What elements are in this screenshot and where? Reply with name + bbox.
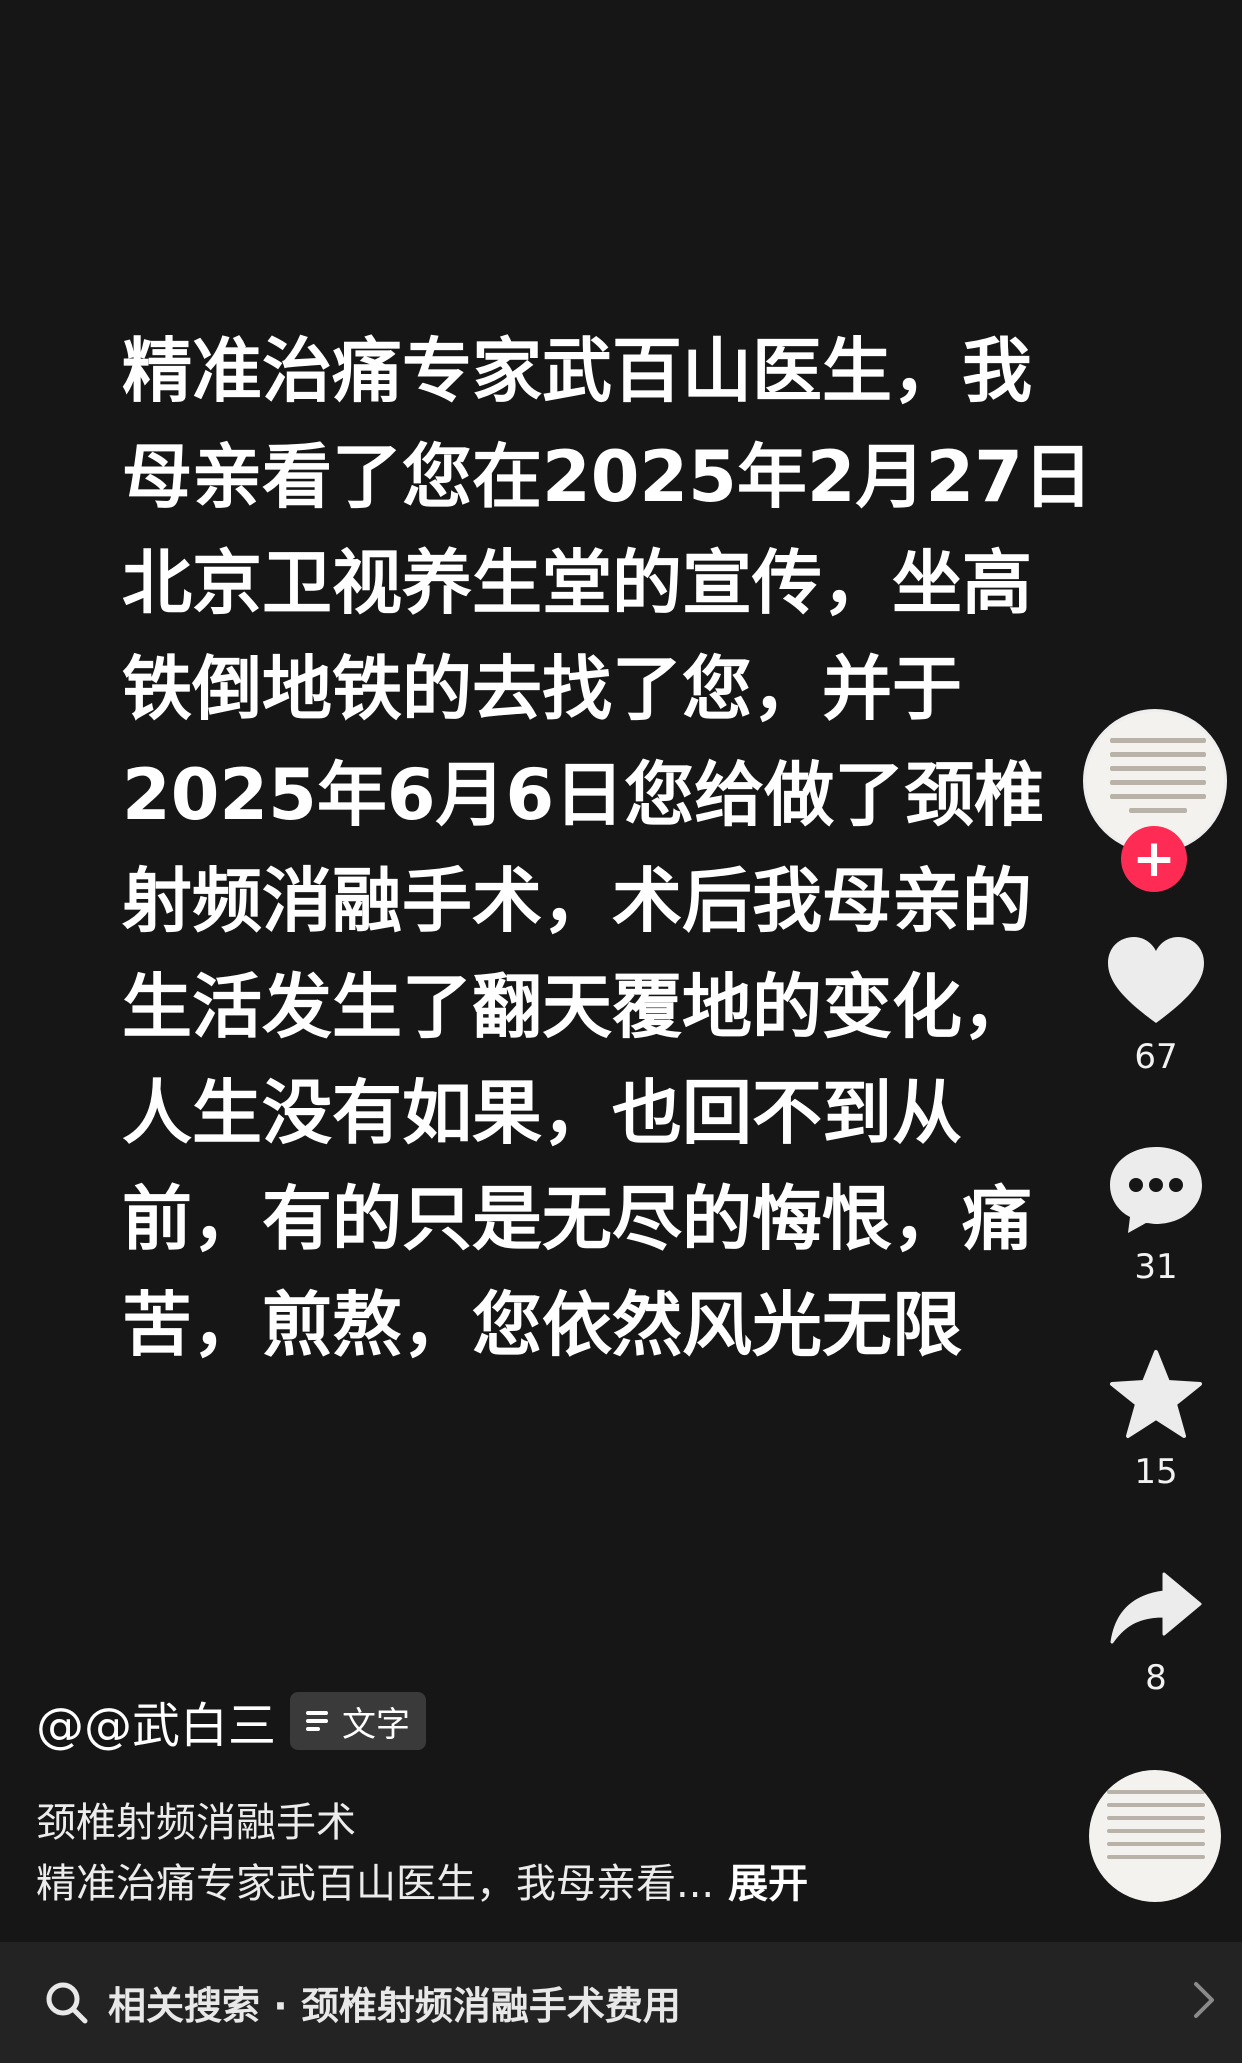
like-count: 67 [1134,1037,1178,1077]
comment-button[interactable]: 31 [1092,1143,1220,1287]
heart-icon [1108,937,1204,1023]
plus-icon: + [1132,829,1176,889]
related-search-bar[interactable]: 相关搜索 · 颈椎射频消融手术费用 [0,1942,1242,2063]
text-post-tag[interactable]: 文字 [290,1692,427,1750]
caption-topic[interactable]: 颈椎射频消融手术 [36,1790,356,1848]
music-disc[interactable] [1089,1770,1221,1902]
caption-text: 精准治痛专家武百山医生，我母亲看... [36,1861,715,1907]
comment-bubble-icon [1110,1147,1202,1233]
comment-count: 31 [1134,1247,1178,1287]
search-icon [46,1982,88,2023]
favorite-count: 15 [1134,1452,1178,1492]
chevron-right-icon [1194,1982,1214,2018]
expand-button[interactable]: 展开 [728,1861,808,1907]
post-text: 精准治痛专家武百山医生，我 母亲看了您在2025年2月27日 北京卫视养生堂的宣… [122,330,1093,1366]
like-button[interactable]: 67 [1092,935,1220,1077]
tag-label: 文字 [342,1704,411,1745]
share-button[interactable]: 8 [1092,1570,1220,1698]
related-search-label: 相关搜索 · 颈椎射频消融手术费用 [108,1984,681,2028]
favorite-button[interactable]: 15 [1092,1348,1220,1492]
star-icon [1110,1350,1202,1438]
caption-description: 精准治痛专家武百山医生，我母亲看... 展开 [36,1851,808,1909]
author-handle[interactable]: @@武白三 [36,1686,276,1756]
text-lines-icon [306,1711,329,1731]
share-arrow-icon [1110,1572,1202,1644]
follow-button[interactable]: + [1121,826,1187,892]
share-count: 8 [1145,1658,1167,1698]
